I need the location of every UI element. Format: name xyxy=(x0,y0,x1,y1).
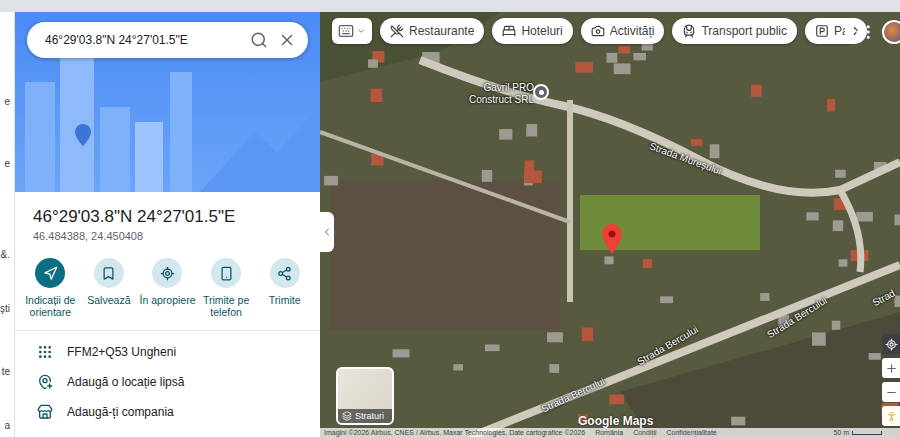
browser-strip xyxy=(0,0,900,12)
chip-icon xyxy=(502,24,516,38)
category-chip[interactable]: Restaurante xyxy=(380,18,484,44)
divider xyxy=(15,330,320,331)
chip-icon xyxy=(815,24,829,38)
action-label: Salvează xyxy=(87,294,130,306)
account-avatar[interactable] xyxy=(882,20,900,44)
chip-icon xyxy=(390,24,404,38)
action-bar: Indicații de orientare Salvează În apropie… xyxy=(15,244,320,326)
map-footer: Imagini ©2026 Airbus, CNES / Airbus, Max… xyxy=(320,428,900,437)
account-controls xyxy=(854,20,900,44)
apps-grid-icon[interactable] xyxy=(854,23,872,41)
locate-icon xyxy=(885,338,898,351)
info-row-text: Adaugă o locație lipsă xyxy=(67,375,184,389)
keyboard-icon xyxy=(338,23,354,39)
map-canvas[interactable]: Restaurante Hoteluri Activități Transport p… xyxy=(320,12,900,437)
chip-icon xyxy=(591,24,605,38)
left-sidebar-edge: e e &. şti te a xyxy=(0,12,15,437)
footer-link[interactable]: Condiții xyxy=(633,428,656,437)
collapse-panel-button[interactable] xyxy=(320,212,334,252)
info-row-text: Adaugă-ți compania xyxy=(67,405,174,419)
keyboard-button[interactable] xyxy=(332,18,372,44)
category-chip-bar: Restaurante Hoteluri Activități Transport p… xyxy=(332,18,867,44)
sidebar-fragment[interactable]: e xyxy=(4,158,14,170)
action-circle[interactable] xyxy=(35,258,65,288)
scale-indicator[interactable]: 50 m xyxy=(833,428,896,437)
attribution: Imagini ©2026 Airbus, CNES / Airbus, Max… xyxy=(324,428,585,437)
action-icon xyxy=(277,266,292,281)
app-body: ee&.ştitea46°29'03.8"N 24°27'01.5"E46°29… xyxy=(0,12,900,437)
layers-icon xyxy=(342,411,352,421)
category-chip[interactable]: Hoteluri xyxy=(492,18,572,44)
zoom-out-button[interactable] xyxy=(882,382,900,402)
info-row-icon xyxy=(37,374,53,390)
action-label: Trimite xyxy=(269,294,301,306)
business-label[interactable]: Gavril PRO Construct SRL xyxy=(450,82,534,106)
search-box[interactable]: 46°29'03.8"N 24°27'01.5"E xyxy=(27,22,308,58)
scale-bar xyxy=(852,431,882,435)
place-header-illustration: 46°29'03.8"N 24°27'01.5"E xyxy=(15,12,320,192)
chip-label: Hoteluri xyxy=(521,24,562,38)
chip-label: Transport public xyxy=(701,24,787,38)
place-coordinates: 46.484388, 24.450408 xyxy=(33,228,302,244)
action-circle[interactable] xyxy=(211,258,241,288)
location-pin-icon[interactable] xyxy=(602,224,622,254)
info-row[interactable]: Adaugă-ți compania xyxy=(15,397,320,427)
action-circle[interactable] xyxy=(270,258,300,288)
info-row[interactable]: Adaugă o locație lipsă xyxy=(15,367,320,397)
google-maps-window: ee&.ştitea46°29'03.8"N 24°27'01.5"E46°29… xyxy=(0,0,900,437)
street-view-button[interactable] xyxy=(882,406,900,426)
info-row-text: FFM2+Q53 Ungheni xyxy=(67,345,176,359)
action-label: Trimite pe telefon xyxy=(197,294,256,318)
business-pin[interactable] xyxy=(533,84,549,100)
chip-label: Restaurante xyxy=(409,24,474,38)
chevron-right-icon xyxy=(849,24,863,38)
action-label: În apropiere xyxy=(139,294,195,306)
place-title-block: 46°29'03.8"N 24°27'01.5"E46.484388, 24.4… xyxy=(15,192,320,244)
info-row-icon xyxy=(37,404,53,420)
minus-icon xyxy=(885,386,898,399)
collapse-icon xyxy=(321,226,333,238)
action-button[interactable]: În apropiere xyxy=(138,258,197,318)
search-icon[interactable] xyxy=(250,31,268,49)
map-controls xyxy=(882,334,900,426)
chip-icon xyxy=(682,24,696,38)
action-icon xyxy=(43,266,58,281)
dropdown-icon xyxy=(356,26,366,36)
sidebar-fragment[interactable]: &. xyxy=(1,249,14,261)
clear-icon[interactable] xyxy=(278,31,296,49)
plus-icon xyxy=(885,362,898,375)
my-location-button[interactable] xyxy=(882,334,900,354)
chip-label: Activități xyxy=(610,24,655,38)
action-icon xyxy=(160,266,175,281)
pegman-icon xyxy=(885,410,898,423)
google-maps-logo: Google Maps xyxy=(578,414,653,428)
category-chip[interactable]: Transport public xyxy=(672,18,797,44)
place-title: 46°29'03.8"N 24°27'01.5"E xyxy=(33,206,302,228)
action-button[interactable]: Salvează xyxy=(80,258,139,318)
action-button[interactable]: Trimite xyxy=(255,258,314,318)
action-button[interactable]: Indicații de orientare xyxy=(21,258,80,318)
action-label: Indicații de orientare xyxy=(21,294,80,318)
sidebar-fragment[interactable]: e xyxy=(4,96,14,108)
zoom-in-button[interactable] xyxy=(882,358,900,378)
sidebar-fragment[interactable]: a xyxy=(4,420,14,432)
place-panel: 46°29'03.8"N 24°27'01.5"E46°29'03.8"N 24… xyxy=(15,12,320,437)
footer-link[interactable]: România xyxy=(595,428,623,437)
info-row-icon xyxy=(37,344,53,360)
sidebar-fragment[interactable]: te xyxy=(2,366,14,378)
action-icon xyxy=(219,266,234,281)
category-chip[interactable]: Activități xyxy=(581,18,665,44)
business-pin-dot xyxy=(539,90,544,95)
action-button[interactable]: Trimite pe telefon xyxy=(197,258,256,318)
layers-label: Straturi xyxy=(338,409,392,423)
sidebar-fragment[interactable]: şti xyxy=(0,303,14,315)
action-icon xyxy=(101,266,116,281)
info-row[interactable]: FFM2+Q53 Ungheni xyxy=(15,337,320,367)
footer-link[interactable]: Confidențialitate xyxy=(667,428,717,437)
action-circle[interactable] xyxy=(94,258,124,288)
search-input[interactable]: 46°29'03.8"N 24°27'01.5"E xyxy=(45,33,240,47)
layers-button[interactable]: Straturi xyxy=(336,367,394,425)
action-circle[interactable] xyxy=(152,258,182,288)
